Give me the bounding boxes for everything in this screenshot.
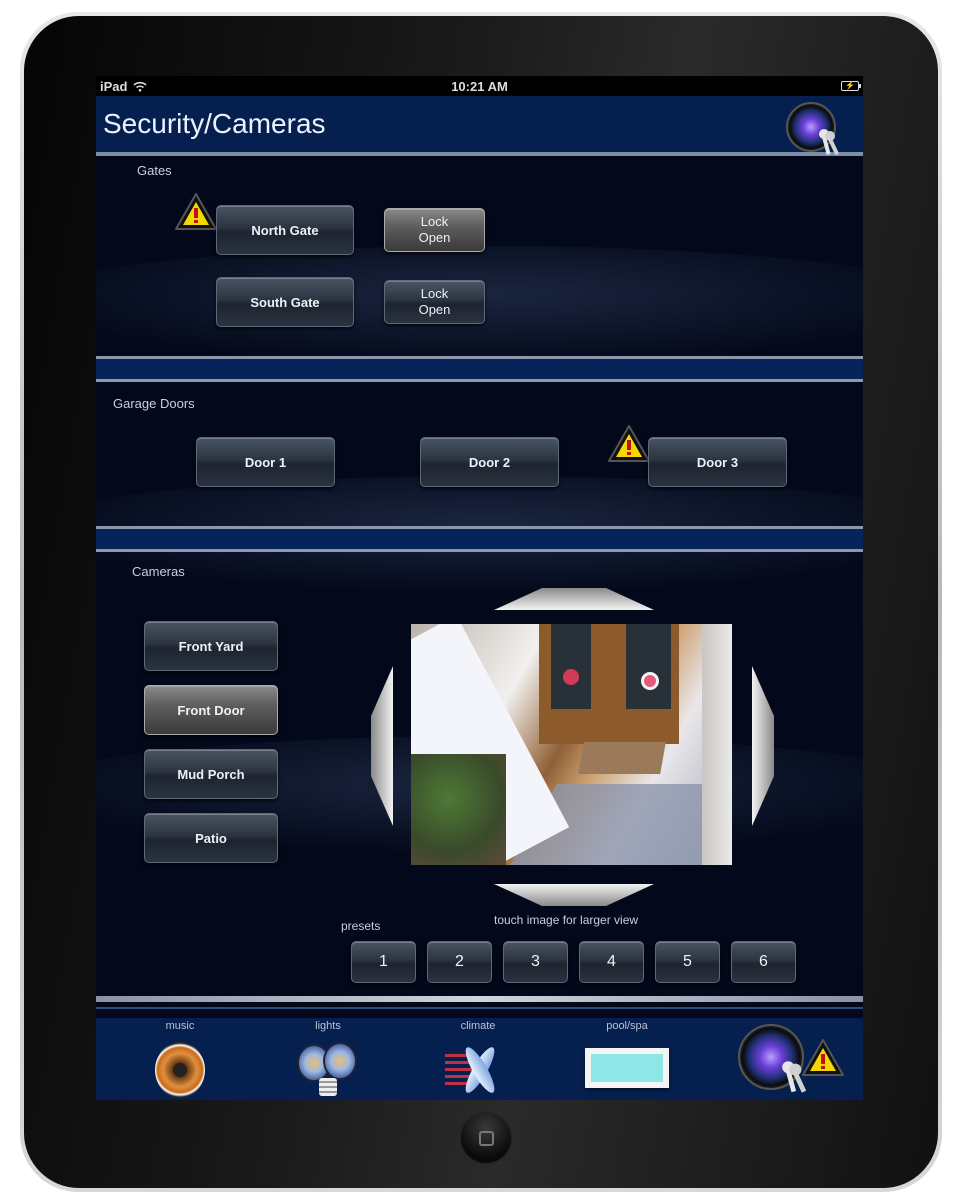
south-gate-lock-button[interactable]: Lock Open [384, 280, 485, 324]
camera-feed-detail [563, 669, 579, 685]
camera-keys-icon[interactable] [786, 102, 839, 156]
page-header: Security/Cameras [96, 96, 863, 156]
preset-3-button[interactable]: 3 [503, 941, 568, 983]
presets-label: presets [341, 919, 381, 933]
lock-label: Lock [420, 286, 449, 301]
camera-feed-detail [702, 624, 732, 865]
camera-front-yard-button[interactable]: Front Yard [144, 621, 278, 671]
camera-feed-detail [411, 754, 506, 865]
dock-item-music[interactable]: music [120, 1018, 240, 1100]
preset-4-button[interactable]: 4 [579, 941, 644, 983]
pan-up-icon[interactable] [494, 586, 654, 612]
cameras-label: Cameras [132, 564, 185, 579]
camera-feed-detail [641, 672, 659, 690]
home-square-icon [478, 1130, 494, 1146]
dock-item-security-camera-keys-icon[interactable] [738, 1024, 807, 1093]
screen: iPad 10:21 AM ⚡ Security/Cameras Gates N… [96, 76, 863, 1100]
preset-1-button[interactable]: 1 [351, 941, 416, 983]
camera-front-door-button[interactable]: Front Door [144, 685, 278, 735]
gates-label: Gates [137, 163, 172, 178]
dock-item-lights[interactable]: lights [268, 1018, 388, 1100]
camera-patio-button[interactable]: Patio [144, 813, 278, 863]
status-time: 10:21 AM [451, 78, 508, 94]
garage-doors-label: Garage Doors [113, 396, 195, 411]
pan-left-icon[interactable] [369, 666, 395, 826]
dock-divider-line [96, 1007, 863, 1009]
alert-warning-icon [802, 1039, 844, 1076]
camera-feed-detail [551, 624, 591, 709]
status-bar: iPad 10:21 AM ⚡ [96, 76, 863, 96]
alert-warning-icon [608, 425, 650, 462]
dock-label: lights [315, 1020, 341, 1032]
preset-5-button[interactable]: 5 [655, 941, 720, 983]
south-gate-button[interactable]: South Gate [216, 277, 354, 327]
dock-label: climate [460, 1020, 496, 1032]
open-label: Open [418, 230, 451, 245]
dock-item-climate[interactable]: climate [418, 1018, 538, 1100]
garage-door-3-button[interactable]: Door 3 [648, 437, 787, 487]
camera-feed-detail [578, 742, 666, 774]
dock-divider [96, 996, 863, 1002]
battery-charging-icon: ⚡ [841, 81, 861, 91]
dock-label: pool/spa [606, 1020, 648, 1032]
north-gate-lock-button[interactable]: Lock Open [384, 208, 485, 252]
dock-item-pool-spa[interactable]: pool/spa [567, 1018, 687, 1100]
camera-feed-image[interactable] [411, 624, 732, 865]
page-title: Security/Cameras [103, 108, 326, 139]
light-bulbs-icon [293, 1042, 363, 1098]
north-gate-button[interactable]: North Gate [216, 205, 354, 255]
section-divider [96, 356, 863, 382]
preset-2-button[interactable]: 2 [427, 941, 492, 983]
section-divider [96, 526, 863, 552]
garage-door-2-button[interactable]: Door 2 [420, 437, 559, 487]
pool-icon [585, 1048, 669, 1088]
alert-warning-icon [175, 193, 217, 230]
garage-door-1-button[interactable]: Door 1 [196, 437, 335, 487]
lock-label: Lock [420, 214, 449, 229]
pan-right-icon[interactable] [750, 666, 776, 826]
speaker-icon [155, 1042, 205, 1098]
camera-mud-porch-button[interactable]: Mud Porch [144, 749, 278, 799]
open-label: Open [418, 302, 451, 317]
home-button[interactable] [460, 1112, 512, 1164]
pan-down-icon[interactable] [494, 882, 654, 908]
preset-6-button[interactable]: 6 [731, 941, 796, 983]
camera-feed-detail [626, 624, 671, 709]
touch-hint: touch image for larger view [494, 913, 639, 927]
fan-icon [445, 1042, 511, 1098]
bottom-dock: music lights climate pool/spa [96, 1018, 863, 1100]
keys-icon [819, 129, 839, 156]
dock-label: music [165, 1020, 195, 1032]
